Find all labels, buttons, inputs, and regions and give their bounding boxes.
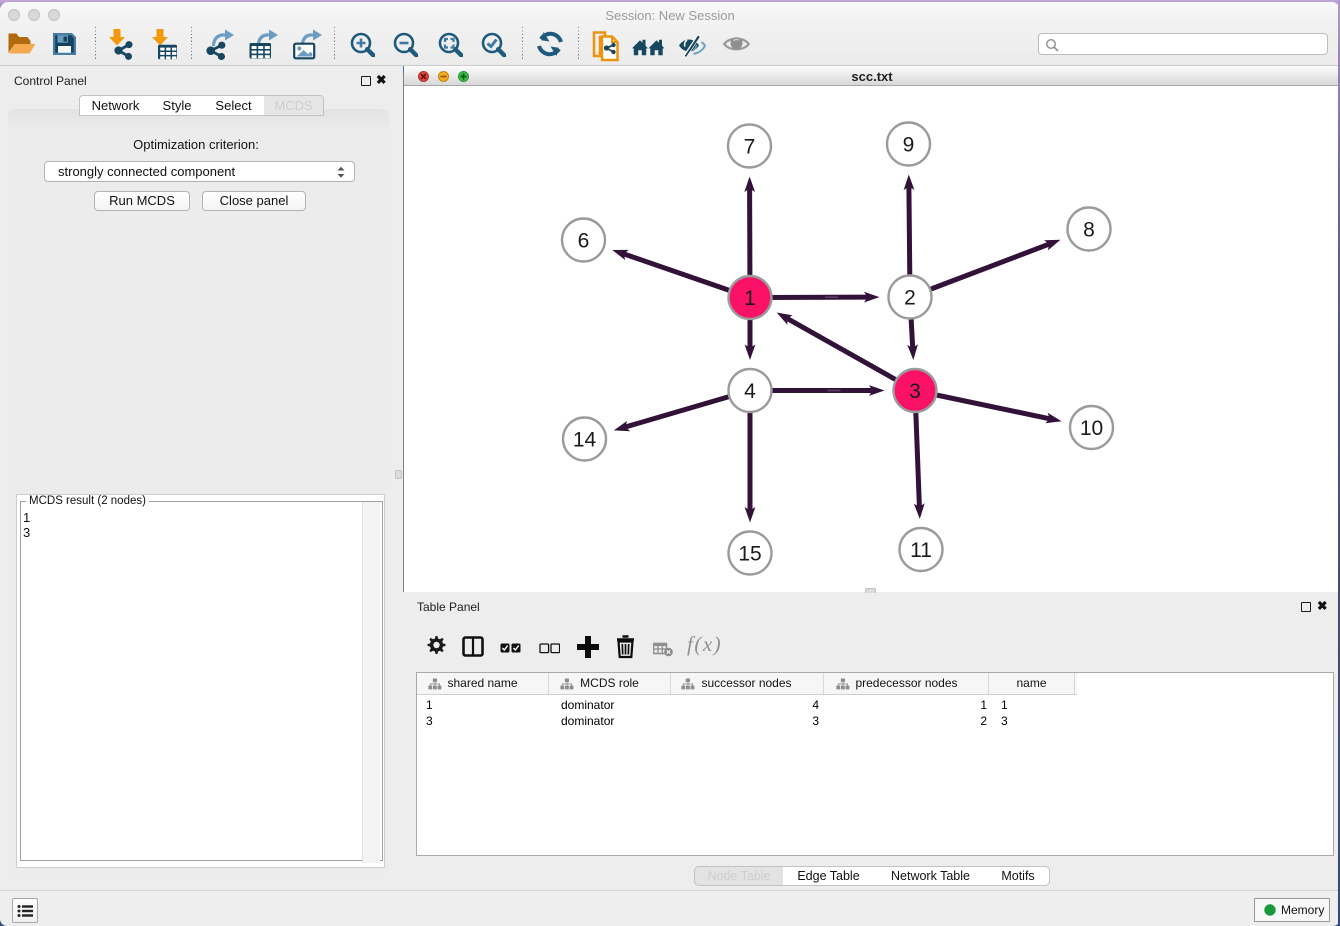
svg-text:2: 2 (904, 287, 916, 310)
svg-text:11: 11 (910, 539, 932, 562)
svg-text:4: 4 (744, 380, 756, 403)
svg-text:3: 3 (909, 380, 921, 403)
svg-text:8: 8 (1083, 219, 1095, 242)
svg-text:7: 7 (744, 136, 756, 159)
svg-text:9: 9 (903, 134, 915, 157)
svg-text:6: 6 (578, 230, 590, 253)
svg-text:10: 10 (1080, 417, 1103, 440)
svg-text:14: 14 (573, 429, 597, 452)
svg-text:15: 15 (738, 543, 761, 566)
svg-text:1: 1 (744, 287, 756, 310)
